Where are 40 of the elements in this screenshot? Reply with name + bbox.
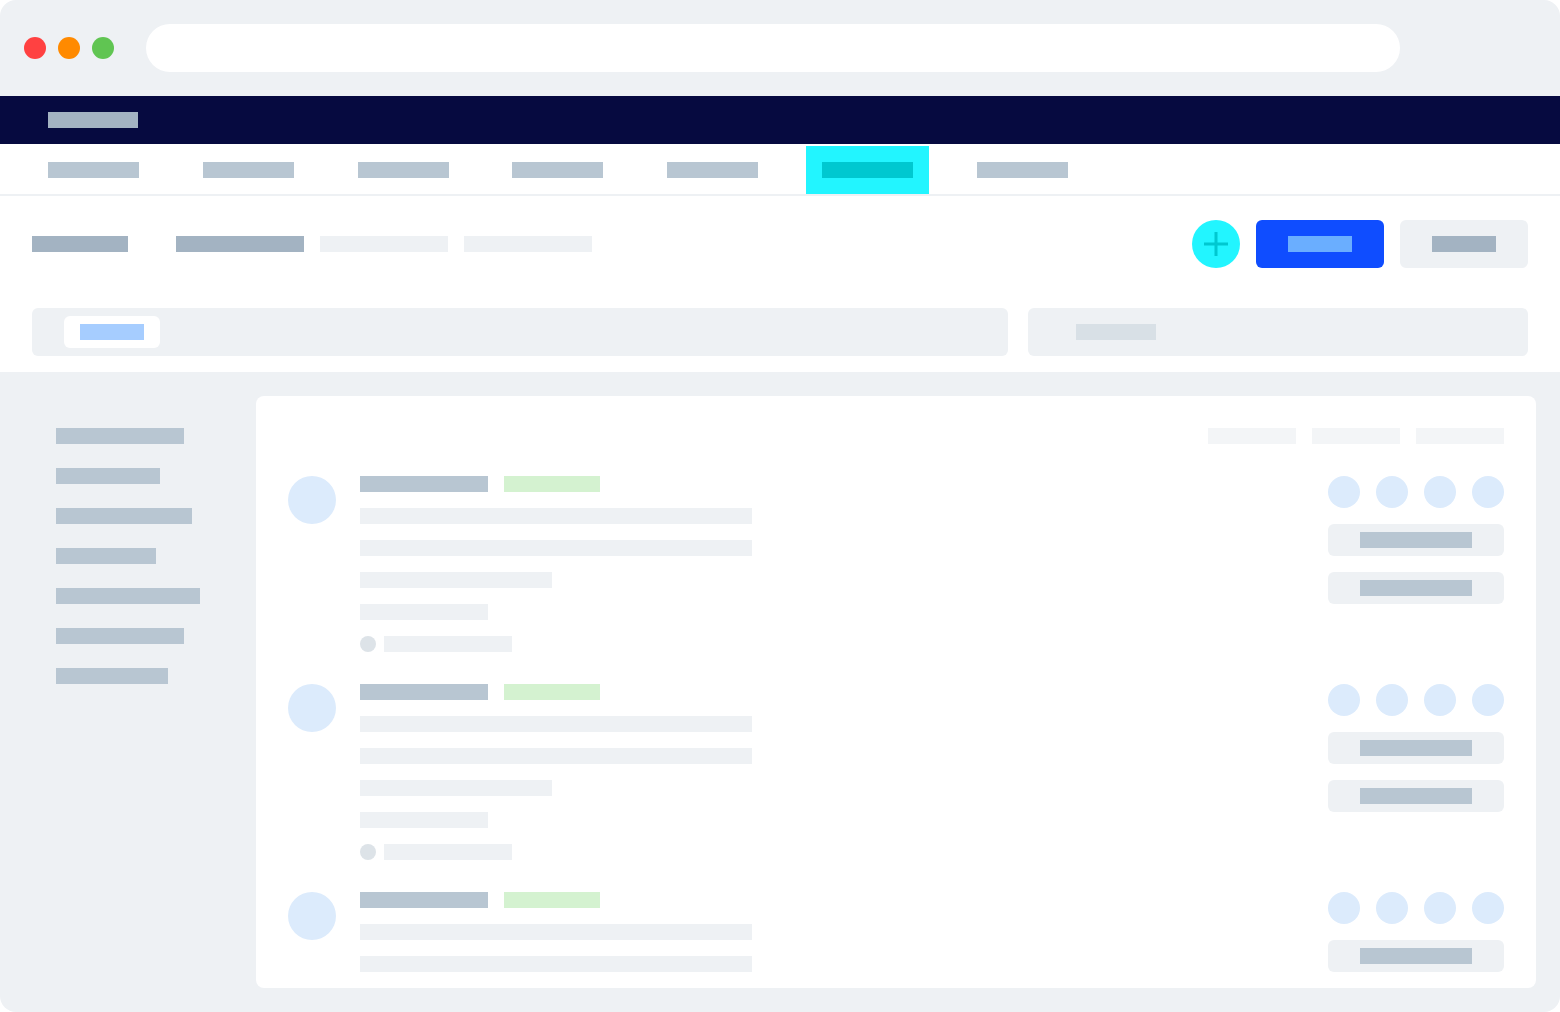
dot-icon bbox=[360, 636, 376, 652]
secondary-button[interactable] bbox=[1400, 220, 1528, 268]
add-button[interactable] bbox=[1192, 220, 1240, 268]
select-field[interactable] bbox=[1028, 308, 1528, 356]
action-icon[interactable] bbox=[1376, 476, 1408, 508]
close-button[interactable] bbox=[24, 37, 46, 59]
action-icon[interactable] bbox=[1424, 684, 1456, 716]
action-button[interactable] bbox=[1328, 572, 1504, 604]
sidebar-item[interactable] bbox=[56, 548, 156, 564]
sidebar-item[interactable] bbox=[56, 428, 184, 444]
plus-icon bbox=[1203, 231, 1229, 257]
action-icon[interactable] bbox=[1376, 892, 1408, 924]
dot-icon bbox=[360, 844, 376, 860]
action-icon[interactable] bbox=[1328, 476, 1360, 508]
action-button[interactable] bbox=[1328, 732, 1504, 764]
sidebar-item[interactable] bbox=[56, 588, 200, 604]
minimize-button[interactable] bbox=[58, 37, 80, 59]
action-button[interactable] bbox=[1328, 524, 1504, 556]
avatar bbox=[288, 684, 336, 732]
action-icon[interactable] bbox=[1472, 476, 1504, 508]
nav-tab[interactable] bbox=[806, 146, 929, 194]
action-icon[interactable] bbox=[1472, 684, 1504, 716]
sidebar-item[interactable] bbox=[56, 668, 168, 684]
action-button[interactable] bbox=[1328, 780, 1504, 812]
action-icon[interactable] bbox=[1424, 892, 1456, 924]
sidebar-item[interactable] bbox=[56, 468, 160, 484]
action-button[interactable] bbox=[1328, 940, 1504, 972]
avatar bbox=[288, 476, 336, 524]
sidebar-item[interactable] bbox=[56, 508, 192, 524]
search-field[interactable] bbox=[32, 308, 1008, 356]
action-icon[interactable] bbox=[1376, 684, 1408, 716]
action-icon[interactable] bbox=[1328, 892, 1360, 924]
filter-chip[interactable] bbox=[64, 316, 160, 348]
action-icon[interactable] bbox=[1424, 476, 1456, 508]
primary-button[interactable] bbox=[1256, 220, 1384, 268]
action-icon[interactable] bbox=[1472, 892, 1504, 924]
maximize-button[interactable] bbox=[92, 37, 114, 59]
action-icon[interactable] bbox=[1328, 684, 1360, 716]
sidebar-item[interactable] bbox=[56, 628, 184, 644]
avatar bbox=[288, 892, 336, 940]
